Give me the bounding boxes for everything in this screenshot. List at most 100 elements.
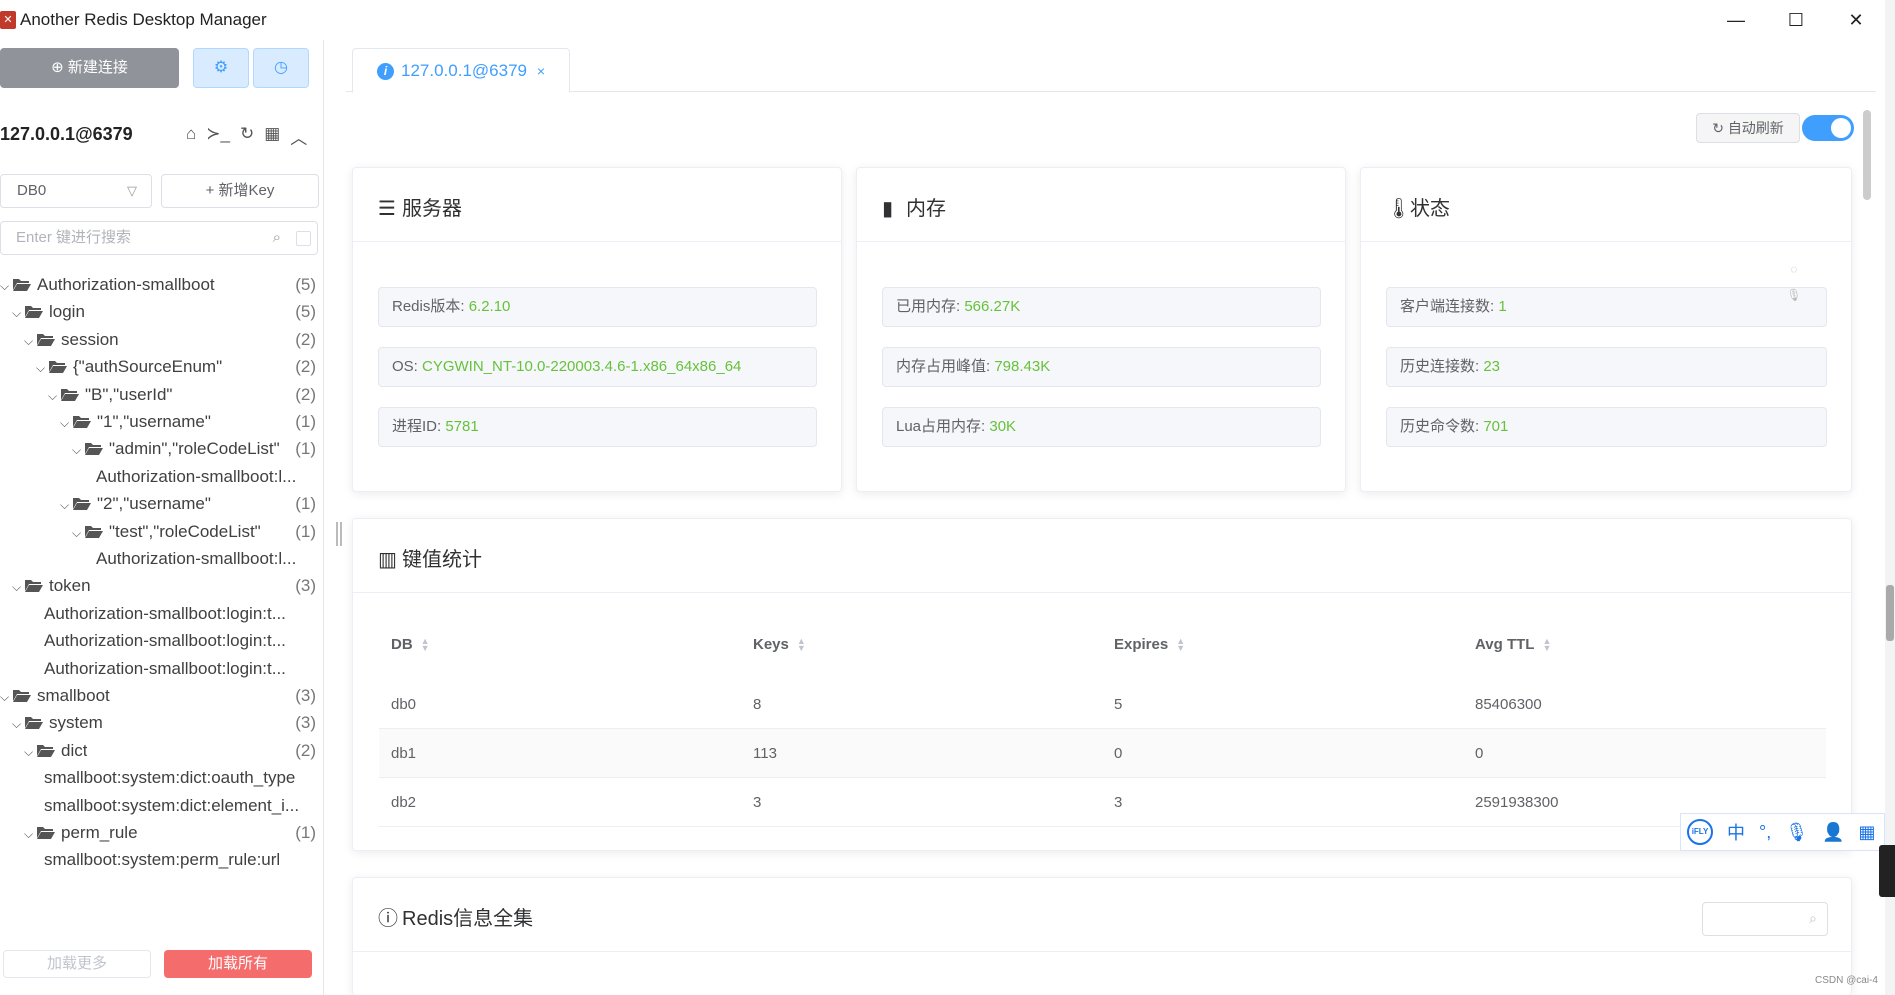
server-card-title: 服务器 (402, 198, 462, 220)
refresh-icon[interactable]: ↻ (240, 124, 254, 149)
main-scrollbar[interactable] (1863, 110, 1871, 200)
chevron-down-icon[interactable]: ⌵ (12, 300, 24, 326)
column-header-avg-ttl[interactable]: Avg TTL ▲ ▼ (1475, 636, 1551, 653)
ifly-logo-icon[interactable]: iFLY (1687, 819, 1713, 845)
floating-voice-widget[interactable]: ◌ 🎙 (1780, 262, 1808, 338)
tree-folder-row[interactable]: ⌵ smallboot (3) (0, 683, 324, 709)
chinese-mode-toggle[interactable]: 中 (1727, 819, 1745, 845)
redis-info-card-title: Redis信息全集 (402, 908, 534, 930)
tree-label: Authorization-smallboot:l... (96, 466, 297, 486)
memory-card-header: ▮ 内存 (857, 168, 1345, 242)
maximize-button[interactable]: ☐ (1776, 6, 1816, 34)
info-icon: i (377, 63, 394, 80)
home-icon[interactable]: ⌂ (186, 124, 196, 149)
window-scrollbar[interactable] (1886, 585, 1894, 641)
tree-folder-row[interactable]: ⌵ system (3) (0, 710, 324, 736)
add-key-button[interactable]: + 新增Key (161, 174, 319, 208)
key-search-input[interactable]: Enter 键进行搜索 ⌕ (0, 221, 318, 255)
tree-folder-row[interactable]: ⌵ "test","roleCodeList" (1) (0, 519, 324, 545)
load-more-button[interactable]: 加载更多 (3, 950, 151, 978)
info-search-input[interactable]: ⌕ (1702, 902, 1828, 936)
close-tab-icon[interactable]: × (537, 49, 545, 93)
chevron-down-icon[interactable]: ⌵ (72, 520, 84, 546)
history-button[interactable]: ◷ (253, 48, 309, 88)
chevron-down-icon[interactable]: ⌵ (36, 355, 48, 381)
status-card-title: 状态 (1410, 198, 1450, 220)
stat-redis-version: Redis版本: 6.2.10 (378, 287, 817, 327)
chevron-down-icon[interactable]: ⌵ (0, 684, 12, 710)
tree-folder-row[interactable]: ⌵ session (2) (0, 327, 324, 353)
tree-key-row[interactable]: Authorization-smallboot:login:t... (0, 656, 324, 682)
tree-key-row[interactable]: smallboot:system:perm_rule:url (0, 847, 324, 873)
tab-connection-info[interactable]: i 127.0.0.1@6379 × (352, 48, 570, 93)
redis-info-card-header: ⓘ Redis信息全集 (353, 878, 1851, 952)
auto-refresh-button[interactable]: ↻ 自动刷新 (1696, 113, 1800, 143)
sort-icon[interactable]: ▲ ▼ (1176, 637, 1185, 653)
close-window-button[interactable]: ✕ (1836, 6, 1876, 34)
tree-count: (5) (295, 302, 316, 322)
tree-folder-row[interactable]: ⌵ "B","userId" (2) (0, 382, 324, 408)
status-card-header: 🌡状态 (1361, 168, 1851, 242)
search-icon[interactable]: ⌕ (273, 222, 281, 254)
sort-icon[interactable]: ▲ ▼ (797, 637, 806, 653)
terminal-icon[interactable]: ≻_ (206, 124, 230, 149)
connection-name[interactable]: 127.0.0.1@6379 (0, 124, 133, 145)
exact-match-checkbox[interactable] (296, 231, 311, 246)
chevron-down-icon[interactable]: ⌵ (12, 574, 24, 600)
tree-folder-row[interactable]: ⌵ "admin","roleCodeList" (1) (0, 436, 324, 462)
grid-icon[interactable]: ▦ (264, 124, 280, 149)
tree-label: smallboot:system:perm_rule:url (44, 850, 281, 870)
microphone-icon[interactable]: 🎙 (1785, 822, 1808, 843)
tree-folder-row[interactable]: ⌵ Authorization-smallboot (5) (0, 272, 324, 298)
chevron-down-icon[interactable]: ⌵ (0, 273, 12, 299)
apps-icon[interactable]: ▦ (1858, 822, 1875, 843)
db-select[interactable]: DB0 ▽ (0, 174, 152, 208)
tree-label: {"authSourceEnum" (73, 357, 223, 377)
tree-key-row[interactable]: smallboot:system:dict:oauth_type (0, 765, 324, 791)
memory-card: ▮ 内存 已用内存: 566.27K 内存占用峰值: 798.43K Lua占用内… (856, 167, 1346, 492)
chevron-down-icon[interactable]: ⌵ (60, 492, 72, 518)
tree-folder-row[interactable]: ⌵ login (5) (0, 299, 324, 325)
sort-icon[interactable]: ▲ ▼ (421, 637, 430, 653)
folder-open-icon (12, 273, 32, 291)
column-header-expires[interactable]: Expires ▲ ▼ (1114, 636, 1185, 653)
chevron-down-icon[interactable]: ⌵ (12, 711, 24, 737)
folder-open-icon (84, 520, 104, 538)
tree-folder-row[interactable]: ⌵ dict (2) (0, 738, 324, 764)
tree-key-row[interactable]: Authorization-smallboot:login:t... (0, 628, 324, 654)
tree-key-row[interactable]: Authorization-smallboot:login:t... (0, 601, 324, 627)
chevron-up-icon[interactable]: ︿ (290, 124, 307, 149)
folder-open-icon (84, 437, 104, 456)
punctuation-icon[interactable]: °, (1759, 822, 1771, 843)
chevron-down-icon[interactable]: ⌵ (24, 821, 36, 847)
tree-count: (3) (295, 686, 316, 705)
chevron-down-icon[interactable]: ⌵ (48, 383, 60, 409)
tree-folder-row[interactable]: ⌵ "1","username" (1) (0, 409, 324, 435)
column-header-db[interactable]: DB ▲ ▼ (391, 636, 430, 653)
auto-refresh-toggle[interactable] (1802, 115, 1854, 141)
tree-folder-row[interactable]: ⌵ {"authSourceEnum" (2) (0, 354, 324, 380)
sort-icon[interactable]: ▲ ▼ (1542, 637, 1551, 653)
minimize-button[interactable]: — (1716, 6, 1756, 34)
chevron-down-icon[interactable]: ⌵ (72, 437, 84, 463)
settings-button[interactable]: ⚙ (193, 48, 249, 88)
load-all-button[interactable]: 加载所有 (164, 950, 312, 978)
tree-key-row[interactable]: Authorization-smallboot:l... (0, 464, 324, 490)
folder-open-icon (48, 355, 68, 374)
new-connection-button[interactable]: ⊕ 新建连接 (0, 48, 179, 88)
tree-folder-row[interactable]: ⌵ "2","username" (1) (0, 491, 324, 517)
tree-folder-row[interactable]: ⌵ perm_rule (1) (0, 820, 324, 846)
edge-tab[interactable] (1879, 845, 1895, 897)
tree-key-row[interactable]: smallboot:system:dict:element_i... (0, 793, 324, 819)
column-header-keys[interactable]: Keys ▲ ▼ (753, 636, 806, 653)
stat-used-memory: 已用内存: 566.27K (882, 287, 1321, 327)
resize-handle[interactable] (336, 522, 342, 546)
tree-folder-row[interactable]: ⌵ token (3) (0, 573, 324, 599)
tree-key-row[interactable]: Authorization-smallboot:l... (0, 546, 324, 572)
chevron-down-icon[interactable]: ⌵ (24, 739, 36, 765)
tree-count: (2) (295, 384, 316, 404)
chevron-down-icon[interactable]: ⌵ (24, 328, 36, 354)
user-icon[interactable]: 👤 (1822, 822, 1844, 843)
chevron-down-icon[interactable]: ⌵ (60, 410, 72, 436)
sidebar: ⊕ 新建连接 ⚙ ◷ 127.0.0.1@6379 ⌂ ≻_ ↻ ▦ ︿ DB0… (0, 40, 324, 995)
